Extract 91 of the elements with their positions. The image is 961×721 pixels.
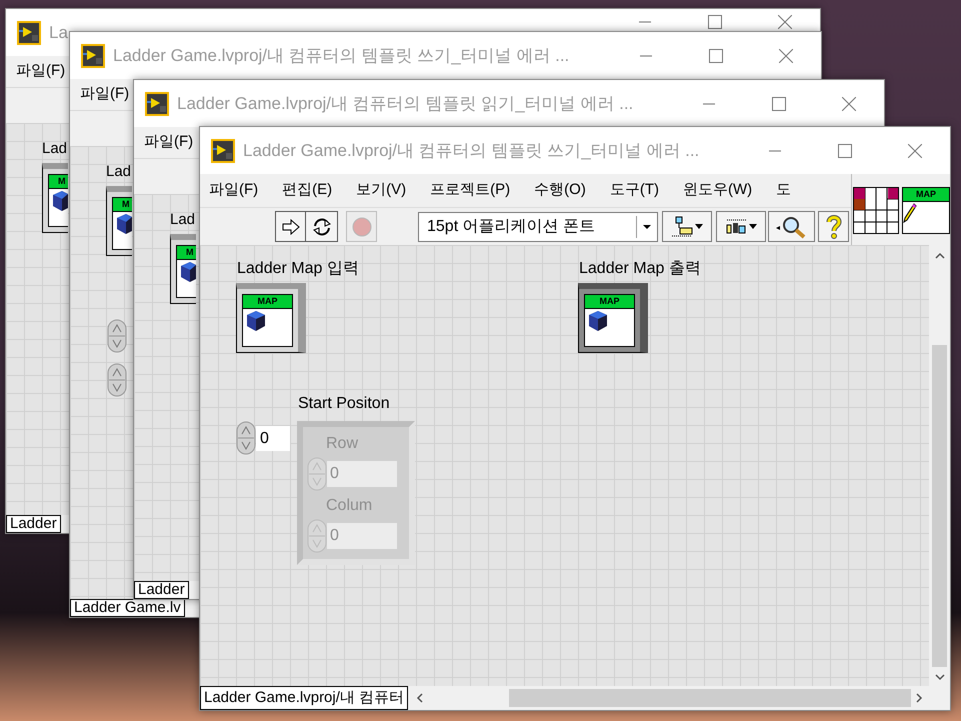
run-continuously-button[interactable] — [306, 211, 338, 242]
window-title: Ladder Game.lvproj/내 컴퓨터의 템플릿 읽기_터미널 에러 ... — [177, 94, 634, 112]
scroll-right-icon — [915, 693, 923, 703]
menu-item[interactable]: 도구(T) — [610, 179, 659, 202]
minimize-icon — [769, 150, 781, 152]
close-button[interactable] — [777, 14, 793, 30]
cube-icon — [588, 310, 608, 332]
control-label: Lad — [170, 210, 196, 230]
maximize-button[interactable] — [707, 14, 723, 30]
close-icon — [842, 96, 856, 110]
cube-icon — [180, 261, 196, 283]
map-tag: MAP — [585, 295, 634, 309]
zoom-button[interactable] — [768, 211, 815, 242]
window-title: Ladder Game.lvproj/내 컴퓨터의 템플릿 쓰기_터미널 에러 ... — [113, 46, 570, 64]
maximize-icon — [772, 96, 786, 110]
scroll-thumb[interactable] — [509, 689, 911, 707]
status-label: Ladder Game.lvproj/내 컴퓨터 — [200, 686, 408, 710]
run-button[interactable] — [275, 211, 306, 242]
close-button[interactable] — [907, 142, 923, 158]
control-label: Lad — [106, 162, 132, 182]
help-icon — [826, 214, 842, 238]
align-objects-icon — [670, 216, 704, 238]
status-label: Ladder — [134, 581, 189, 599]
maximize-button[interactable] — [708, 48, 724, 64]
distribute-button[interactable] — [716, 211, 766, 242]
menu-item[interactable]: 보기(V) — [356, 179, 406, 202]
map-indicator[interactable]: MAP — [578, 283, 648, 353]
menu-item[interactable]: 파일(F) — [209, 179, 258, 202]
scroll-left-icon — [416, 693, 424, 703]
control-label: Lad — [42, 139, 68, 159]
window-title: La — [49, 22, 68, 42]
map-tag: M — [177, 246, 196, 260]
minimize-icon — [639, 21, 651, 23]
menu-item[interactable]: 윈도우(W) — [682, 179, 752, 202]
menu-item[interactable]: 파일(F) — [144, 131, 194, 154]
maximize-icon — [838, 144, 852, 158]
partial-map-control[interactable]: M — [170, 234, 196, 304]
scroll-down-icon — [934, 673, 944, 681]
font-dropdown[interactable]: 15pt 어플리케이션 폰트 — [418, 212, 658, 242]
scroll-up-icon — [934, 252, 944, 260]
app-logo-icon — [145, 92, 169, 116]
partial-map-control[interactable]: M — [106, 186, 132, 256]
control-label: Ladder Map 입력 — [236, 259, 359, 279]
cube-icon — [52, 190, 68, 212]
close-button[interactable] — [841, 96, 857, 112]
cluster-label: Start Positon — [298, 394, 390, 414]
close-icon — [778, 15, 792, 29]
align-button[interactable] — [662, 211, 712, 242]
maximize-icon — [708, 15, 722, 29]
menu-item[interactable]: 프로젝트(P) — [430, 179, 510, 202]
horizontal-scrollbar[interactable] — [408, 686, 950, 710]
app-logo-icon — [211, 138, 235, 162]
partial-map-control[interactable]: M — [42, 163, 68, 233]
minimize-icon — [640, 54, 652, 56]
connector-pane-icon — [853, 187, 899, 234]
numeric-field[interactable]: 0 — [256, 426, 290, 450]
map-tag: MAP — [243, 295, 292, 309]
app-logo-icon — [81, 44, 105, 68]
arrow-icon — [282, 218, 300, 234]
circular-arrows-icon — [310, 216, 332, 236]
menu-item[interactable]: 수행(O) — [534, 179, 586, 202]
app-logo-icon — [17, 20, 41, 44]
scroll-thumb[interactable] — [932, 345, 947, 667]
close-icon — [908, 144, 922, 158]
spinner-arrows-icon[interactable] — [236, 421, 256, 455]
cube-icon — [246, 310, 266, 332]
stop-icon — [352, 216, 372, 236]
map-tag: M — [113, 198, 132, 212]
status-label: Ladder Game.lv — [70, 599, 185, 617]
map-tag: M — [49, 175, 68, 189]
maximize-button[interactable] — [771, 96, 787, 112]
window-title: Ladder Game.lvproj/내 컴퓨터의 템플릿 쓰기_터미널 에러 ... — [243, 140, 700, 160]
close-icon — [779, 48, 793, 62]
cube-icon — [116, 213, 132, 235]
maximize-button[interactable] — [837, 142, 853, 158]
menu-item[interactable]: 파일(F) — [80, 83, 130, 106]
menu-item[interactable]: 편집(E) — [282, 179, 332, 202]
help-button[interactable] — [818, 211, 849, 242]
spinner-arrows-icon[interactable] — [107, 319, 127, 353]
map-tag: MAP — [903, 188, 949, 202]
map-control[interactable]: MAP — [236, 283, 306, 353]
maximize-icon — [709, 48, 723, 62]
control-label: Ladder Map 출력 — [578, 259, 701, 279]
menu-item[interactable]: 도 — [776, 179, 792, 202]
spinner-arrows-icon[interactable] — [107, 363, 127, 397]
menu-item[interactable]: 파일(F) — [16, 60, 66, 83]
field-label: Colum — [325, 496, 374, 516]
minimize-icon — [703, 102, 715, 104]
close-button[interactable] — [778, 48, 794, 64]
status-label: Ladder — [6, 515, 61, 533]
field-label: Row — [325, 434, 360, 454]
